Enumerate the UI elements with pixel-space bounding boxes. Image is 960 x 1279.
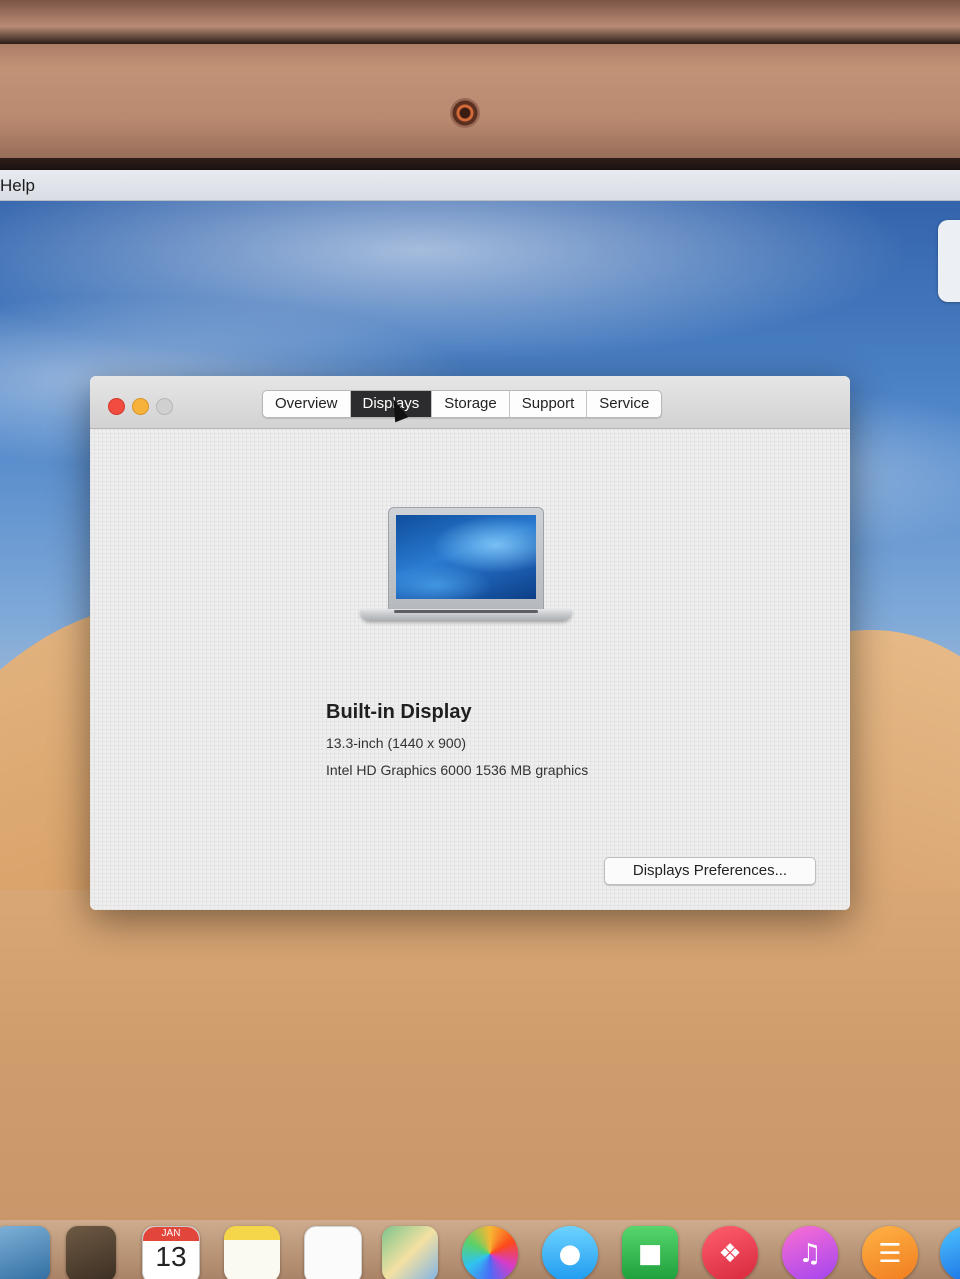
minimize-button[interactable] [132,398,149,415]
maps-icon[interactable] [382,1226,438,1279]
screen: Help Overview Displays Storage Support S… [0,170,960,1279]
webcam [450,98,480,128]
facetime-icon[interactable]: ■ [622,1226,678,1279]
display-graphics: Intel HD Graphics 6000 1536 MB graphics [326,762,589,778]
close-button[interactable] [108,398,125,415]
tab-overview[interactable]: Overview [263,391,351,417]
app-store-icon[interactable] [940,1226,960,1279]
news-icon[interactable]: ❖ [702,1226,758,1279]
bezel-edge [0,158,960,170]
display-size-resolution: 13.3-inch (1440 x 900) [326,735,467,751]
preview-icon[interactable] [0,1226,50,1279]
stickies-icon[interactable] [224,1226,280,1279]
displays-pane: Built-in Display 13.3-inch (1440 x 900) … [90,429,850,910]
displays-preferences-button[interactable]: Displays Preferences... [604,857,816,885]
calendar-icon[interactable]: JAN 13 [142,1226,200,1279]
photos-icon[interactable] [462,1226,518,1279]
book-icon: ☰ [878,1239,902,1269]
display-name: Built-in Display [326,701,472,723]
laptop-bezel [0,0,960,170]
tab-storage[interactable]: Storage [432,391,510,417]
camera-icon: ■ [637,1239,663,1269]
window-titlebar[interactable]: Overview Displays Storage Support Servic… [90,376,850,429]
bezel-top-strip [0,0,960,44]
menu-help[interactable]: Help [0,176,35,196]
about-this-mac-window: Overview Displays Storage Support Servic… [90,376,850,910]
music-note-icon: ♫ [798,1239,822,1269]
laptop-icon [360,507,574,633]
books-icon[interactable]: ☰ [862,1226,918,1279]
tab-bar: Overview Displays Storage Support Servic… [262,390,663,418]
messages-icon[interactable]: ● [542,1226,598,1279]
notification-widget[interactable] [938,220,960,302]
news-glyph-icon: ❖ [718,1239,742,1269]
reminders-icon[interactable] [304,1226,362,1279]
menu-bar: Help [0,170,960,201]
laptop-screen [396,515,536,599]
calendar-month: JAN [143,1227,199,1241]
tab-support[interactable]: Support [510,391,588,417]
speech-bubble-icon: ● [558,1239,582,1269]
zoom-button [156,398,173,415]
tab-service[interactable]: Service [587,391,661,417]
laptop-hinge [394,610,538,613]
notes-icon[interactable] [66,1226,116,1279]
calendar-day: 13 [155,1241,187,1272]
itunes-icon[interactable]: ♫ [782,1226,838,1279]
dock: JAN 13 ● ■ ❖ ♫ ☰ [0,1220,960,1279]
